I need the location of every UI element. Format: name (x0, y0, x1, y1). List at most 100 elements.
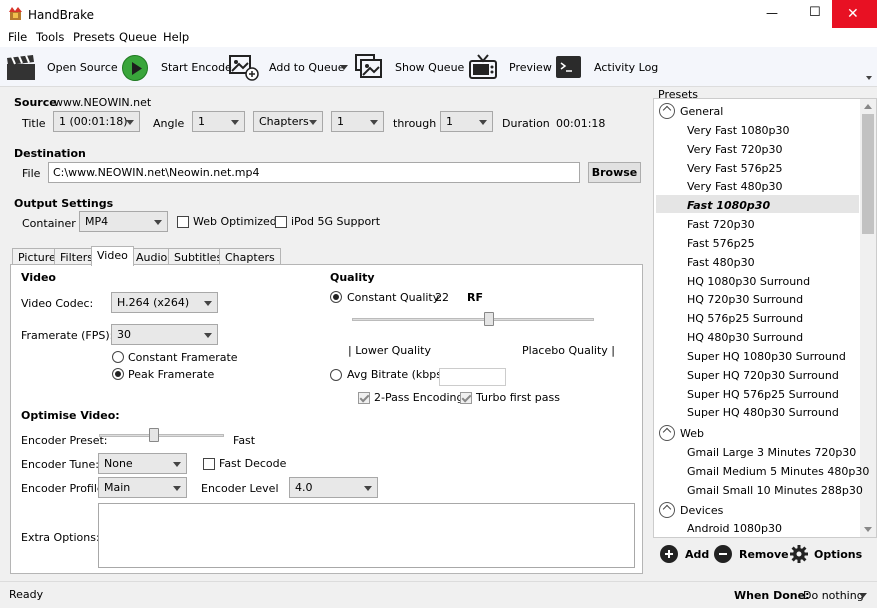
preset-item[interactable]: Gmail Large 3 Minutes 720p30 (687, 446, 856, 459)
clapper-icon[interactable] (6, 55, 36, 81)
add-preset-button[interactable]: Add (685, 548, 709, 561)
preset-item[interactable]: HQ 576p25 Surround (687, 312, 803, 325)
rf-unit-label: RF (467, 291, 483, 304)
tab-video[interactable]: Video (91, 246, 134, 266)
quality-slider-track[interactable] (352, 318, 594, 321)
fast-decode-checkbox[interactable] (203, 458, 215, 470)
chevron-down-icon[interactable] (340, 65, 348, 70)
range-end-select[interactable]: 1 (440, 111, 493, 132)
menu-file[interactable]: File (8, 30, 27, 44)
open-source-button[interactable]: Open Source (47, 61, 118, 74)
preview-button[interactable]: Preview (509, 61, 552, 74)
close-icon: ✕ (847, 6, 859, 22)
preset-item[interactable]: Fast 576p25 (687, 237, 755, 250)
scroll-down-arrow[interactable] (864, 527, 872, 532)
framerate-select[interactable]: 30 (111, 324, 218, 345)
range-start-select[interactable]: 1 (331, 111, 384, 132)
extra-options-label: Extra Options: (21, 531, 100, 544)
constant-quality-label: Constant Quality: (347, 291, 443, 304)
avg-bitrate-input[interactable] (439, 368, 506, 386)
title-label: Title (22, 117, 46, 130)
add-queue-icon[interactable] (229, 54, 259, 81)
preset-item[interactable]: Super HQ 1080p30 Surround (687, 350, 846, 363)
maximize-button[interactable]: ☐ (809, 5, 821, 20)
encoder-preset-slider-thumb[interactable] (149, 428, 159, 442)
preset-item[interactable]: Android 1080p30 (687, 522, 782, 535)
menu-queue[interactable]: Queue (119, 30, 157, 44)
avg-bitrate-radio[interactable] (330, 369, 342, 381)
encoder-tune-select[interactable]: None (98, 453, 187, 474)
angle-select[interactable]: 1 (192, 111, 245, 132)
collapse-general-icon[interactable] (659, 103, 675, 119)
remove-preset-icon[interactable] (714, 545, 732, 563)
preset-item[interactable]: HQ 1080p30 Surround (687, 275, 810, 288)
preset-item[interactable]: Very Fast 576p25 (687, 162, 783, 175)
when-done-select[interactable]: Do nothing (803, 589, 864, 602)
add-to-queue-button[interactable]: Add to Queue (269, 61, 344, 74)
tv-icon[interactable] (469, 53, 497, 81)
peak-framerate-radio[interactable] (112, 368, 124, 380)
tab-chapters[interactable]: Chapters (219, 248, 281, 265)
menu-help[interactable]: Help (163, 30, 189, 44)
two-pass-checkbox[interactable] (358, 392, 370, 404)
preset-item[interactable]: Super HQ 480p30 Surround (687, 406, 839, 419)
angle-label: Angle (153, 117, 185, 130)
range-type-select[interactable]: Chapters (253, 111, 323, 132)
file-path-input[interactable]: C:\www.NEOWIN.net\Neowin.net.mp4 (48, 162, 580, 183)
add-preset-icon[interactable] (660, 545, 678, 563)
terminal-icon[interactable] (556, 56, 581, 78)
turbo-first-pass-checkbox[interactable] (460, 392, 472, 404)
show-queue-button[interactable]: Show Queue (395, 61, 464, 74)
collapse-web-icon[interactable] (659, 425, 675, 441)
preset-item[interactable]: Gmail Medium 5 Minutes 480p30 (687, 465, 869, 478)
collapse-devices-icon[interactable] (659, 502, 675, 518)
video-heading: Video (21, 271, 56, 284)
ipod-label: iPod 5G Support (291, 215, 381, 228)
show-queue-icon[interactable] (355, 54, 385, 81)
preset-item[interactable]: Fast 480p30 (687, 256, 755, 269)
preset-item[interactable]: Very Fast 480p30 (687, 180, 783, 193)
gear-icon[interactable] (789, 544, 809, 564)
title-select[interactable]: 1 (00:01:18) (53, 111, 140, 132)
container-select[interactable]: MP4 (79, 211, 168, 232)
preset-item[interactable]: Super HQ 720p30 Surround (687, 369, 839, 382)
menu-presets[interactable]: Presets (73, 30, 115, 44)
ipod-checkbox[interactable] (275, 216, 287, 228)
preset-item[interactable]: HQ 720p30 Surround (687, 293, 803, 306)
preset-item-selected[interactable]: Fast 1080p30 (687, 199, 770, 212)
two-pass-label: 2-Pass Encoding (374, 391, 464, 404)
encoder-level-select[interactable]: 4.0 (289, 477, 378, 498)
web-optimized-checkbox[interactable] (177, 216, 189, 228)
constant-quality-radio[interactable] (330, 291, 342, 303)
quality-slider-thumb[interactable] (484, 312, 494, 326)
activity-log-button[interactable]: Activity Log (594, 61, 658, 74)
toolbar-overflow-icon[interactable] (866, 76, 872, 80)
preset-item[interactable]: Very Fast 1080p30 (687, 124, 790, 137)
preset-group-web[interactable]: Web (680, 427, 704, 440)
play-icon[interactable] (122, 55, 148, 81)
start-encode-button[interactable]: Start Encode (161, 61, 232, 74)
preset-item[interactable]: Very Fast 720p30 (687, 143, 783, 156)
preset-item[interactable]: Fast 720p30 (687, 218, 755, 231)
video-codec-select[interactable]: H.264 (x264) (111, 292, 218, 313)
preset-group-general[interactable]: General (680, 105, 723, 118)
preset-item[interactable]: HQ 480p30 Surround (687, 331, 803, 344)
minimize-button[interactable]: — (766, 6, 778, 20)
preset-item[interactable]: Super HQ 576p25 Surround (687, 388, 839, 401)
extra-options-textarea[interactable] (98, 503, 635, 568)
chevron-down-icon[interactable] (859, 593, 867, 598)
browse-button[interactable]: Browse (588, 162, 641, 183)
encoder-profile-select[interactable]: Main (98, 477, 187, 498)
scroll-thumb[interactable] (862, 114, 874, 234)
scroll-up-arrow[interactable] (864, 104, 872, 109)
preset-group-devices[interactable]: Devices (680, 504, 723, 517)
preset-options-button[interactable]: Options (814, 548, 862, 561)
preset-item[interactable]: Gmail Small 10 Minutes 288p30 (687, 484, 863, 497)
menu-tools[interactable]: Tools (36, 30, 64, 44)
fast-decode-label: Fast Decode (219, 457, 287, 470)
tab-audio[interactable]: Audio (130, 248, 174, 265)
encoder-profile-label: Encoder Profile: (21, 482, 108, 495)
encoder-preset-slider-track[interactable] (99, 434, 224, 437)
remove-preset-button[interactable]: Remove (739, 548, 789, 561)
constant-framerate-radio[interactable] (112, 351, 124, 363)
